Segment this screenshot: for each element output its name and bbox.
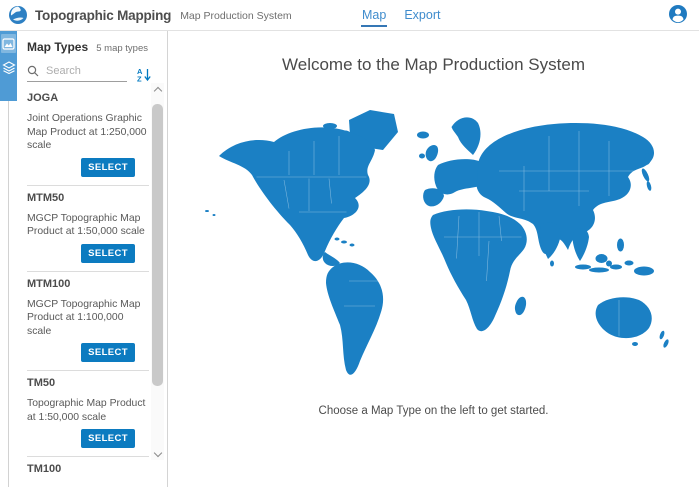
- map-types-panel: Map Types 5 map types A Z: [17, 31, 168, 487]
- app-window: Topographic Mapping Map Production Syste…: [0, 0, 699, 487]
- page-subtitle: Map Production System: [180, 8, 291, 22]
- widget-bar-divider: [8, 101, 9, 487]
- layers-icon[interactable]: [1, 58, 16, 77]
- world-map-image: [199, 91, 669, 391]
- welcome-title: Welcome to the Map Production System: [282, 55, 585, 75]
- sidebar-scrollbar: [151, 83, 164, 460]
- panel-title: Map Types: [27, 40, 88, 54]
- map-type-item: TM100: [27, 457, 149, 476]
- map-type-count: 5 map types: [96, 43, 148, 54]
- sort-az-icon[interactable]: A Z: [137, 67, 152, 82]
- map-type-name: MTM50: [27, 192, 149, 205]
- search-row: A Z: [27, 64, 152, 82]
- map-type-name: TM100: [27, 463, 149, 476]
- map-type-description: Joint Operations Graphic Map Product at …: [27, 112, 149, 153]
- account-icon[interactable]: [668, 4, 688, 24]
- map-type-name: TM50: [27, 377, 149, 390]
- map-type-item: TM50 Topographic Map Product at 1:50,000…: [27, 371, 149, 457]
- app-body: Map Types 5 map types A Z: [0, 31, 699, 487]
- select-button[interactable]: SELECT: [81, 244, 135, 263]
- panel-header: Map Types 5 map types: [27, 40, 148, 54]
- search-icon: [27, 65, 39, 77]
- widget-bar-blue: [0, 31, 17, 101]
- map-type-item: MTM100 MGCP Topographic Map Product at 1…: [27, 272, 149, 372]
- map-panel-icon[interactable]: [1, 34, 16, 53]
- map-type-description: MGCP Topographic Map Product at 1:100,00…: [27, 298, 149, 339]
- map-type-description: Topographic Map Product at 1:50,000 scal…: [27, 397, 149, 424]
- app-header: Topographic Mapping Map Production Syste…: [0, 0, 699, 31]
- map-type-item: MTM50 MGCP Topographic Map Product at 1:…: [27, 186, 149, 272]
- scroll-down-icon[interactable]: [151, 447, 164, 460]
- select-button[interactable]: SELECT: [81, 429, 135, 448]
- tab-map[interactable]: Map: [361, 3, 387, 27]
- map-type-description: MGCP Topographic Map Product at 1:50,000…: [27, 212, 149, 239]
- map-type-item: JOGA Joint Operations Graphic Map Produc…: [27, 86, 149, 186]
- tab-export[interactable]: Export: [403, 3, 441, 27]
- map-type-name: JOGA: [27, 92, 149, 105]
- instruction-text: Choose a Map Type on the left to get sta…: [319, 405, 549, 417]
- header-tabs: Map Export: [361, 0, 441, 30]
- select-button[interactable]: SELECT: [81, 158, 135, 177]
- select-button[interactable]: SELECT: [81, 343, 135, 362]
- search-input[interactable]: [44, 64, 126, 78]
- map-type-list: JOGA Joint Operations Graphic Map Produc…: [27, 86, 149, 476]
- widget-bar: [0, 31, 17, 487]
- scrollbar-thumb[interactable]: [152, 104, 163, 386]
- globe-logo-icon: [8, 5, 28, 25]
- page-title: Topographic Mapping: [35, 8, 171, 23]
- search-box: [27, 64, 127, 82]
- main-content: Welcome to the Map Production System: [168, 31, 699, 487]
- map-type-name: MTM100: [27, 278, 149, 291]
- svg-text:Z: Z: [137, 75, 142, 83]
- scroll-up-icon[interactable]: [151, 83, 164, 96]
